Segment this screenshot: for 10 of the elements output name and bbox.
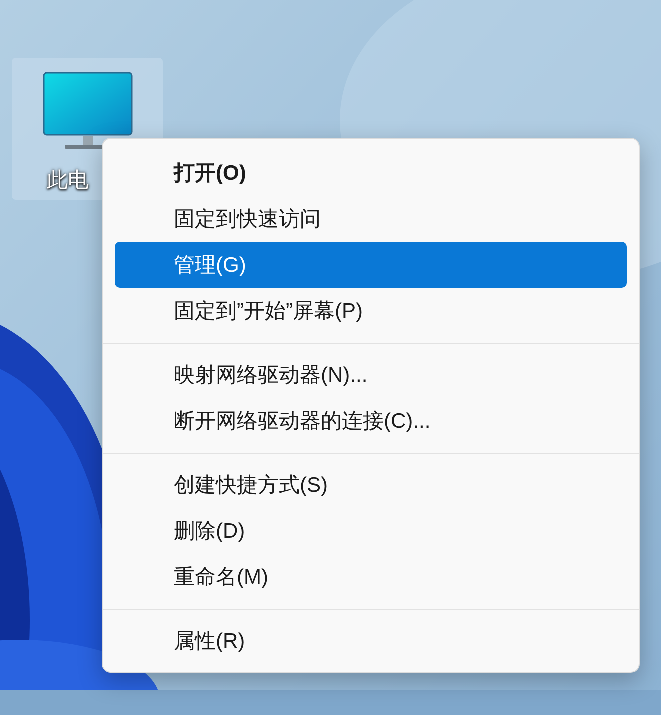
menu-item[interactable]: 删除(D): [115, 508, 627, 554]
menu-item[interactable]: 管理(G): [115, 242, 627, 288]
menu-item[interactable]: 断开网络驱动器的连接(C)...: [115, 398, 627, 444]
menu-item[interactable]: 属性(R): [115, 618, 627, 664]
icon-label: 此电: [47, 168, 89, 194]
menu-item[interactable]: 重命名(M): [115, 554, 627, 600]
menu-item[interactable]: 固定到”开始”屏幕(P): [115, 288, 627, 334]
monitor-icon: [43, 72, 133, 152]
menu-item[interactable]: 映射网络驱动器(N)...: [115, 352, 627, 398]
menu-item[interactable]: 创建快捷方式(S): [115, 462, 627, 508]
